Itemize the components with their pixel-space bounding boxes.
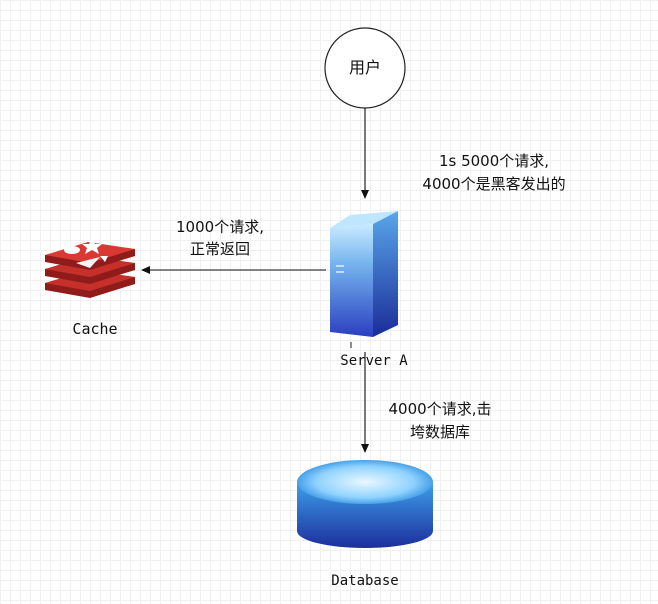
edge-server-to-database-label-1: 4000个请求,击 [388,400,492,418]
cache-label: Cache [72,320,118,338]
edge-server-to-cache-label-2: 正常返回 [189,240,250,258]
edge-server-to-database-label-2: 垮数据库 [409,423,470,441]
edge-user-to-server-label-2: 4000个是黑客发出的 [422,175,566,193]
edge-server-to-cache-label-1: 1000个请求, [176,218,264,236]
redis-icon[interactable] [45,238,135,298]
user-node-label: 用户 [348,58,381,77]
edge-user-to-server-label-1: 1s 5000个请求, [438,152,550,170]
database-label: Database [331,573,399,589]
server-label: Server A [340,353,408,369]
database-icon[interactable] [297,460,433,548]
server-icon[interactable] [330,211,398,348]
